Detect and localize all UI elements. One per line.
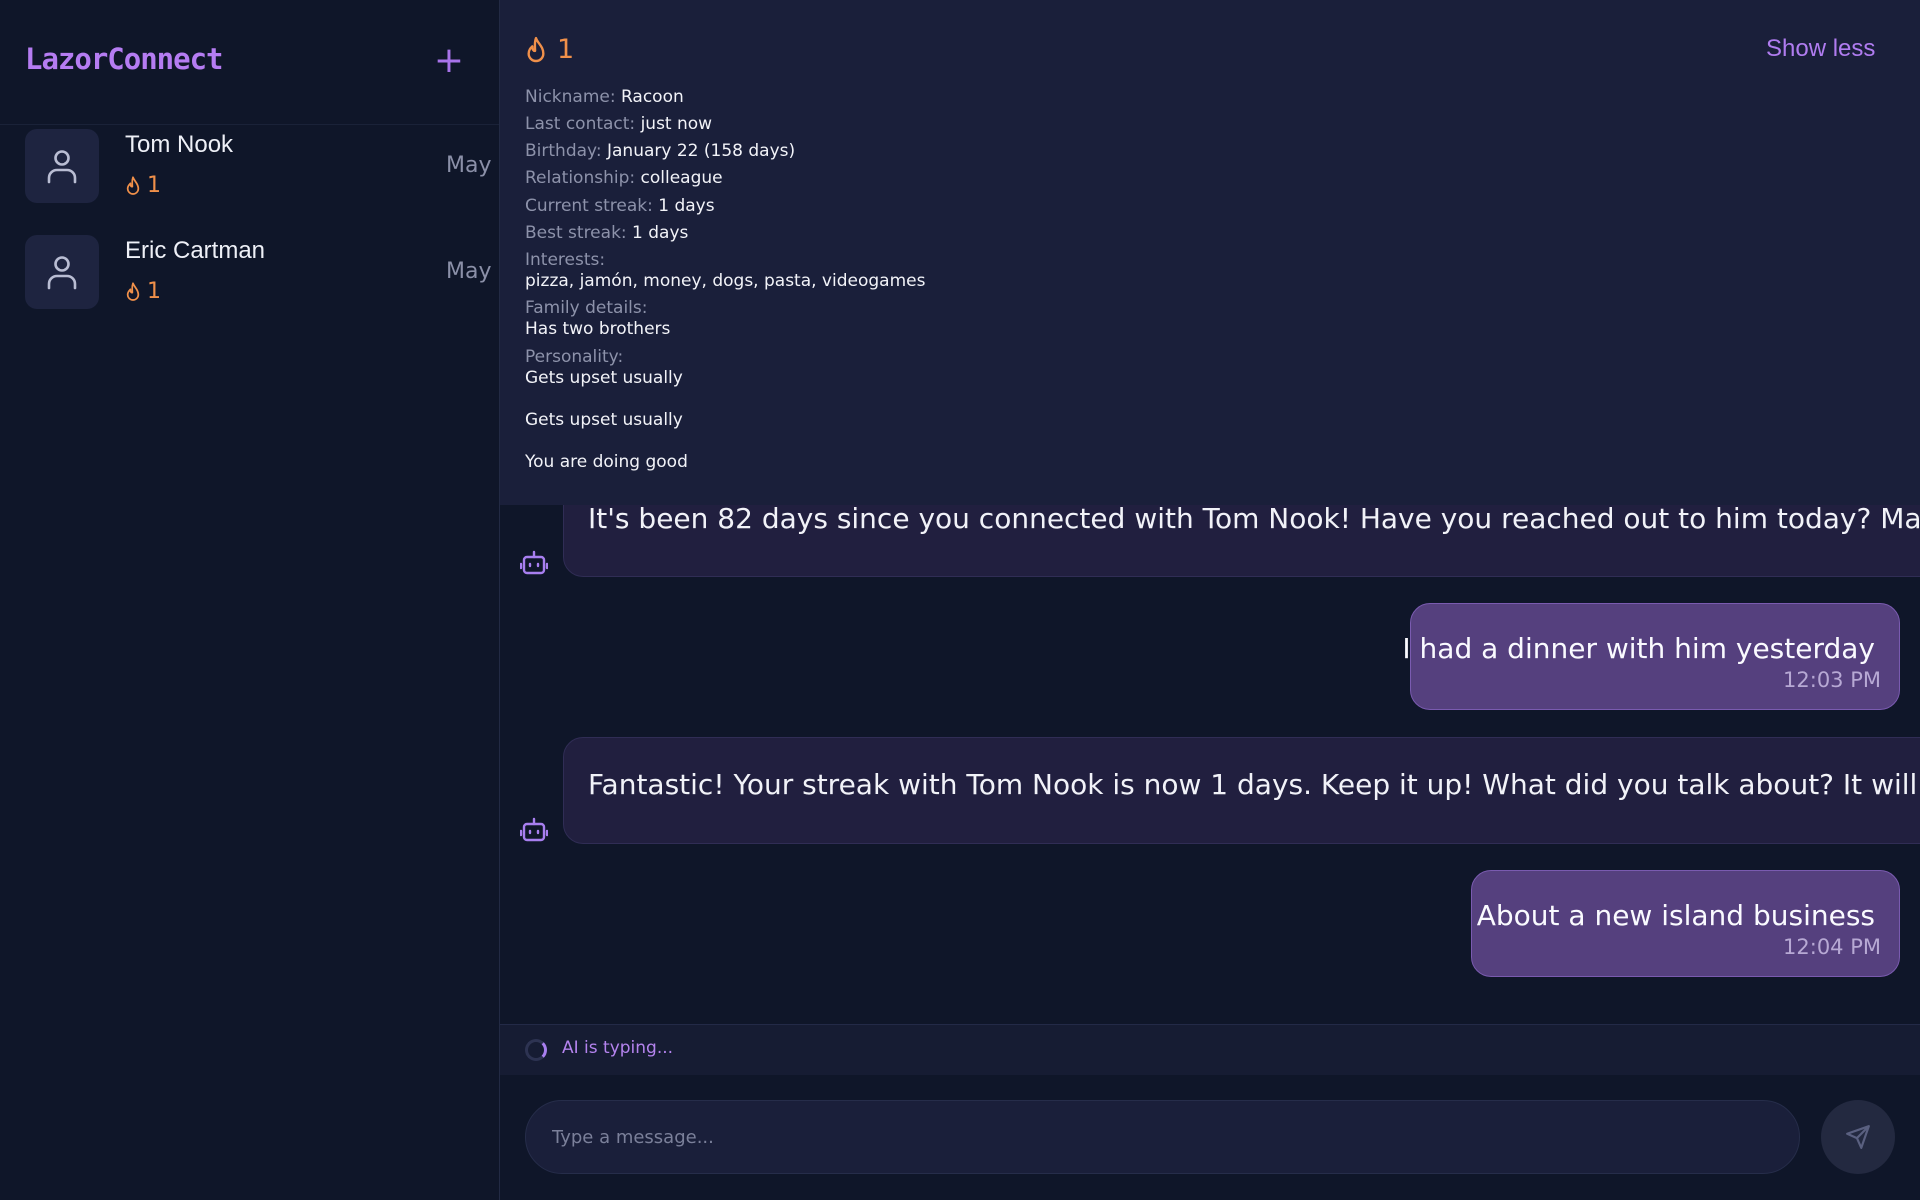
- detail-value: 1 days: [632, 223, 689, 243]
- profile-note: Gets upset usually: [525, 410, 683, 430]
- detail-family-value: Has two brothers: [525, 319, 670, 339]
- add-contact-button[interactable]: +: [432, 43, 466, 79]
- typing-indicator: AI is typing...: [500, 1024, 1920, 1075]
- contact-item-tom-nook[interactable]: Tom Nook 1 May: [0, 129, 499, 229]
- sidebar-header: LazorConnect +: [0, 0, 499, 125]
- streak-count: 1: [147, 279, 161, 304]
- user-icon: [47, 150, 77, 184]
- detail-value: January 22 (158 days): [606, 141, 796, 161]
- detail-label: Nickname:: [525, 87, 616, 107]
- streak-count: 1: [557, 34, 575, 65]
- spinner-icon: [525, 1039, 547, 1061]
- contact-streak: 1: [125, 173, 161, 198]
- contact-date: May: [446, 153, 492, 178]
- detail-personality-value: Gets upset usually: [525, 368, 683, 388]
- detail-interests-value: pizza, jamón, money, dogs, pasta, videog…: [525, 271, 925, 291]
- profile-streak: 1: [525, 34, 574, 65]
- send-button[interactable]: [1821, 1100, 1895, 1174]
- detail-label: Relationship:: [525, 168, 636, 188]
- message-time: 12:04 PM: [1783, 935, 1881, 959]
- contact-item-eric-cartman[interactable]: Eric Cartman 1 May: [0, 235, 499, 335]
- detail-label: Birthday:: [525, 141, 602, 161]
- detail-label: Best streak:: [525, 223, 627, 243]
- detail-label: Last contact:: [525, 114, 636, 134]
- message-text: Fantastic! Your streak with Tom Nook is …: [588, 768, 1920, 801]
- detail-label: Current streak:: [525, 196, 653, 216]
- detail-value: 1 days: [658, 196, 715, 216]
- contacts-sidebar: LazorConnect + Tom Nook 1 May Eric Cartm…: [0, 0, 500, 1200]
- detail-family-label: Family details:: [525, 298, 647, 318]
- detail-value: Gets upset usually: [525, 368, 683, 388]
- contact-date: May: [446, 259, 492, 284]
- message-text: I had a dinner with him yesterday: [1402, 632, 1875, 665]
- detail-label: Personality:: [525, 347, 624, 367]
- user-message: I had a dinner with him yesterday 12:03 …: [1402, 603, 1900, 710]
- message-time: 12:03 PM: [1783, 668, 1881, 692]
- avatar: [25, 129, 99, 203]
- detail-label: Family details:: [525, 298, 648, 318]
- detail-last-contact: Last contact: just now: [525, 114, 712, 134]
- flame-icon: [527, 36, 545, 62]
- ai-message: Fantastic! Your streak with Tom Nook is …: [563, 737, 1920, 844]
- detail-label: Interests:: [525, 250, 606, 270]
- user-message: About a new island business 12:04 PM: [1471, 870, 1900, 977]
- typing-text: AI is typing...: [562, 1038, 674, 1058]
- app-brand: LazorConnect: [25, 42, 224, 76]
- detail-current-streak: Current streak: 1 days: [525, 196, 715, 216]
- robot-icon: [520, 817, 548, 842]
- chat-panel: It's been 82 days since you connected wi…: [500, 0, 1920, 1200]
- detail-value: Racoon: [620, 87, 684, 107]
- detail-value: Has two brothers: [525, 319, 671, 339]
- message-text: About a new island business: [1476, 899, 1875, 932]
- detail-value: colleague: [640, 168, 723, 188]
- streak-count: 1: [147, 173, 161, 198]
- message-text: It's been 82 days since you connected wi…: [588, 502, 1920, 535]
- detail-best-streak: Best streak: 1 days: [525, 223, 688, 243]
- contact-profile-panel: 1 Show less Nickname: Racoon Last contac…: [500, 0, 1920, 505]
- flame-icon: [126, 175, 140, 195]
- detail-value: pizza, jamón, money, dogs, pasta, videog…: [525, 271, 926, 291]
- detail-nickname: Nickname: Racoon: [525, 87, 684, 107]
- flame-icon: [126, 281, 140, 301]
- detail-relationship: Relationship: colleague: [525, 168, 723, 188]
- user-icon: [47, 256, 77, 290]
- message-input[interactable]: [525, 1100, 1800, 1174]
- contact-name: Tom Nook: [125, 131, 234, 158]
- send-icon: [1846, 1125, 1870, 1149]
- detail-personality-label: Personality:: [525, 347, 623, 367]
- detail-interests-label: Interests:: [525, 250, 605, 270]
- detail-value: just now: [640, 114, 713, 134]
- show-less-button[interactable]: Show less: [1766, 35, 1875, 63]
- contact-name: Eric Cartman: [125, 237, 266, 264]
- profile-note: You are doing good: [525, 452, 688, 472]
- contact-streak: 1: [125, 279, 161, 304]
- detail-birthday: Birthday: January 22 (158 days): [525, 141, 795, 161]
- robot-icon: [520, 550, 548, 575]
- avatar: [25, 235, 99, 309]
